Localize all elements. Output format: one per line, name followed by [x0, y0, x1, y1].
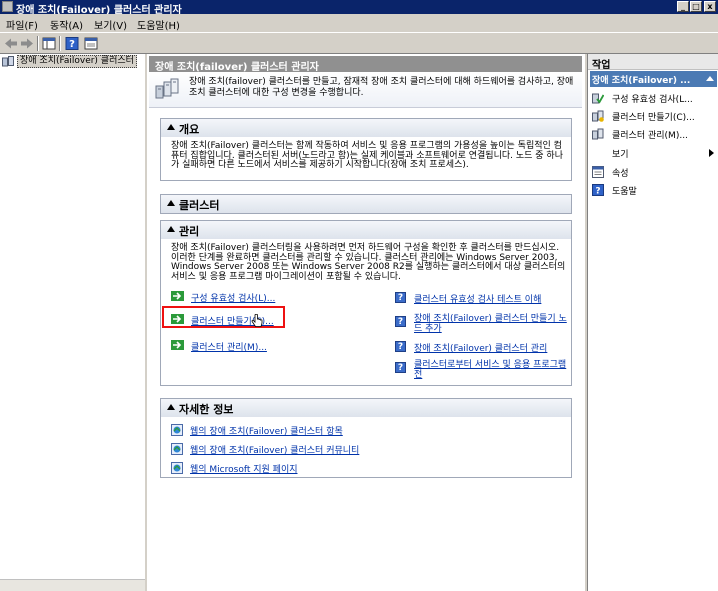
- clusters-panel-header[interactable]: 클러스터: [161, 195, 571, 213]
- help-topic-icon: ?: [395, 341, 406, 352]
- help-topic-icon: ?: [395, 292, 406, 303]
- actions-pane: 작업 장애 조치(Failover) ... 구성 유효성 검사(L... 클러…: [587, 54, 718, 591]
- validate-icon: [592, 93, 604, 104]
- minimize-button[interactable]: _: [677, 1, 689, 12]
- action-properties[interactable]: 속성: [592, 165, 716, 179]
- app-icon: [2, 1, 13, 12]
- manage-cluster-link[interactable]: 클러스터 관리(M)...: [191, 340, 267, 353]
- migrate-services-link[interactable]: 클러스터로부터 서비스 및 응용 프로그램 전: [414, 360, 569, 380]
- forward-icon[interactable]: [20, 37, 34, 50]
- manage-panel-header[interactable]: 관리: [161, 221, 571, 239]
- actions-subheader[interactable]: 장애 조치(Failover) ...: [590, 71, 717, 87]
- menu-bar: 파일(F) 동작(A) 보기(V) 도움말(H): [0, 14, 718, 32]
- help-topic-icon: ?: [395, 362, 406, 373]
- properties-icon[interactable]: [84, 37, 98, 50]
- collapse-arrow-icon: [167, 226, 175, 232]
- create-cluster-icon: [592, 110, 604, 122]
- menu-view[interactable]: 보기(V): [94, 17, 127, 32]
- validate-configuration-link[interactable]: 구성 유효성 검사(L)...: [191, 291, 275, 304]
- web-microsoft-support-link[interactable]: 웹의 Microsoft 지원 페이지: [190, 462, 298, 475]
- back-icon[interactable]: [4, 37, 18, 50]
- web-link-icon: [171, 462, 183, 474]
- web-cluster-community-link[interactable]: 웹의 장애 조치(Failover) 클러스터 커뮤니티: [190, 443, 359, 456]
- console-tree: 장애 조치(Failover) 클러스터: [0, 54, 146, 591]
- action-validate-configuration[interactable]: 구성 유효성 검사(L...: [592, 91, 716, 105]
- manage-panel: 관리 장애 조치(Failover) 클러스터링을 사용하려면 먼저 하드웨어 …: [160, 220, 572, 386]
- actions-title: 작업: [588, 54, 718, 71]
- overview-panel-header[interactable]: 개요: [161, 119, 571, 137]
- properties-icon: [592, 166, 604, 178]
- more-info-panel-header[interactable]: 자세한 정보: [161, 399, 571, 417]
- collapse-arrow-icon: [167, 404, 175, 410]
- action-manage-cluster[interactable]: 클러스터 관리(M)...: [592, 127, 716, 141]
- svg-text:?: ?: [69, 39, 75, 50]
- action-label: 보기: [612, 150, 629, 160]
- action-label: 속성: [612, 169, 629, 179]
- svg-text:?: ?: [595, 187, 600, 197]
- action-label: 클러스터 만들기(C)...: [612, 113, 695, 123]
- arrow-right-icon: [171, 291, 184, 301]
- understand-validation-tests-link[interactable]: 클러스터 유효성 검사 테스트 이해: [414, 292, 541, 305]
- help-topic-icon: ?: [395, 316, 406, 327]
- close-button[interactable]: x: [704, 1, 716, 12]
- collapse-arrow-icon: [706, 76, 714, 81]
- intro-section: 장애 조치(failover) 클러스터를 만들고, 잠재적 장애 조치 클러스…: [149, 72, 582, 108]
- manage-title: 관리: [179, 225, 200, 238]
- actions-subheader-label: 장애 조치(Failover) ...: [592, 76, 691, 86]
- title-bar: 장애 조치(Failover) 클러스터 관리자 _ □ x: [0, 0, 718, 16]
- help-icon[interactable]: ?: [65, 37, 79, 50]
- cluster-servers-icon: [155, 78, 179, 99]
- action-view[interactable]: 보기: [592, 146, 716, 160]
- clusters-panel: 클러스터: [160, 194, 572, 214]
- page-title: 장애 조치(failover) 클러스터 관리자: [149, 56, 582, 73]
- overview-text: 장애 조치(Failover) 클러스터는 함께 작동하여 서비스 및 응용 프…: [171, 141, 563, 170]
- hand-cursor-icon: [251, 314, 263, 327]
- menu-action[interactable]: 동작(A): [50, 17, 83, 32]
- action-label: 클러스터 관리(M)...: [612, 131, 688, 141]
- action-label: 도움말: [612, 187, 637, 197]
- more-info-title: 자세한 정보: [179, 403, 234, 416]
- manage-text: 장애 조치(Failover) 클러스터링을 사용하려면 먼저 하드웨어 구성을…: [171, 243, 566, 282]
- arrow-right-icon: [171, 340, 184, 350]
- web-cluster-topics-link[interactable]: 웹의 장애 조치(Failover) 클러스터 항목: [190, 424, 343, 437]
- web-link-icon: [171, 424, 183, 436]
- highlight-box: [162, 306, 285, 328]
- create-cluster-add-node-link[interactable]: 장애 조치(Failover) 클러스터 만들기 노드 추가: [414, 314, 569, 334]
- toolbar-separator: [37, 36, 39, 51]
- more-info-panel: 자세한 정보 웹의 장애 조치(Failover) 클러스터 항목 웹의 장애 …: [160, 398, 572, 478]
- toolbar-separator: [59, 36, 61, 51]
- toolbar: ?: [0, 32, 718, 54]
- web-link-icon: [171, 443, 183, 455]
- clusters-title: 클러스터: [179, 199, 220, 212]
- cluster-manager-icon: [2, 56, 14, 67]
- maximize-button[interactable]: □: [690, 1, 702, 12]
- overview-title: 개요: [179, 123, 200, 136]
- tree-item-label: 장애 조치(Failover) 클러스터: [17, 55, 137, 68]
- collapse-arrow-icon: [167, 124, 175, 130]
- submenu-arrow-icon: [709, 149, 714, 157]
- help-icon: ?: [592, 184, 604, 196]
- collapse-arrow-icon: [167, 200, 175, 206]
- menu-help[interactable]: 도움말(H): [137, 17, 180, 32]
- console-tree-icon[interactable]: [42, 37, 56, 50]
- intro-text: 장애 조치(failover) 클러스터를 만들고, 잠재적 장애 조치 클러스…: [189, 77, 574, 98]
- action-create-cluster[interactable]: 클러스터 만들기(C)...: [592, 109, 716, 123]
- manage-cluster-icon: [592, 128, 604, 140]
- manage-failover-cluster-link[interactable]: 장애 조치(Failover) 클러스터 관리: [414, 341, 547, 354]
- action-help[interactable]: ? 도움말: [592, 183, 716, 197]
- overview-panel: 개요 장애 조치(Failover) 클러스터는 함께 작동하여 서비스 및 응…: [160, 118, 572, 181]
- action-label: 구성 유효성 검사(L...: [612, 95, 693, 105]
- horizontal-scrollbar[interactable]: [0, 579, 145, 591]
- menu-file[interactable]: 파일(F): [6, 17, 38, 32]
- results-pane: 장애 조치(failover) 클러스터 관리자 장애 조치(failover)…: [147, 54, 585, 591]
